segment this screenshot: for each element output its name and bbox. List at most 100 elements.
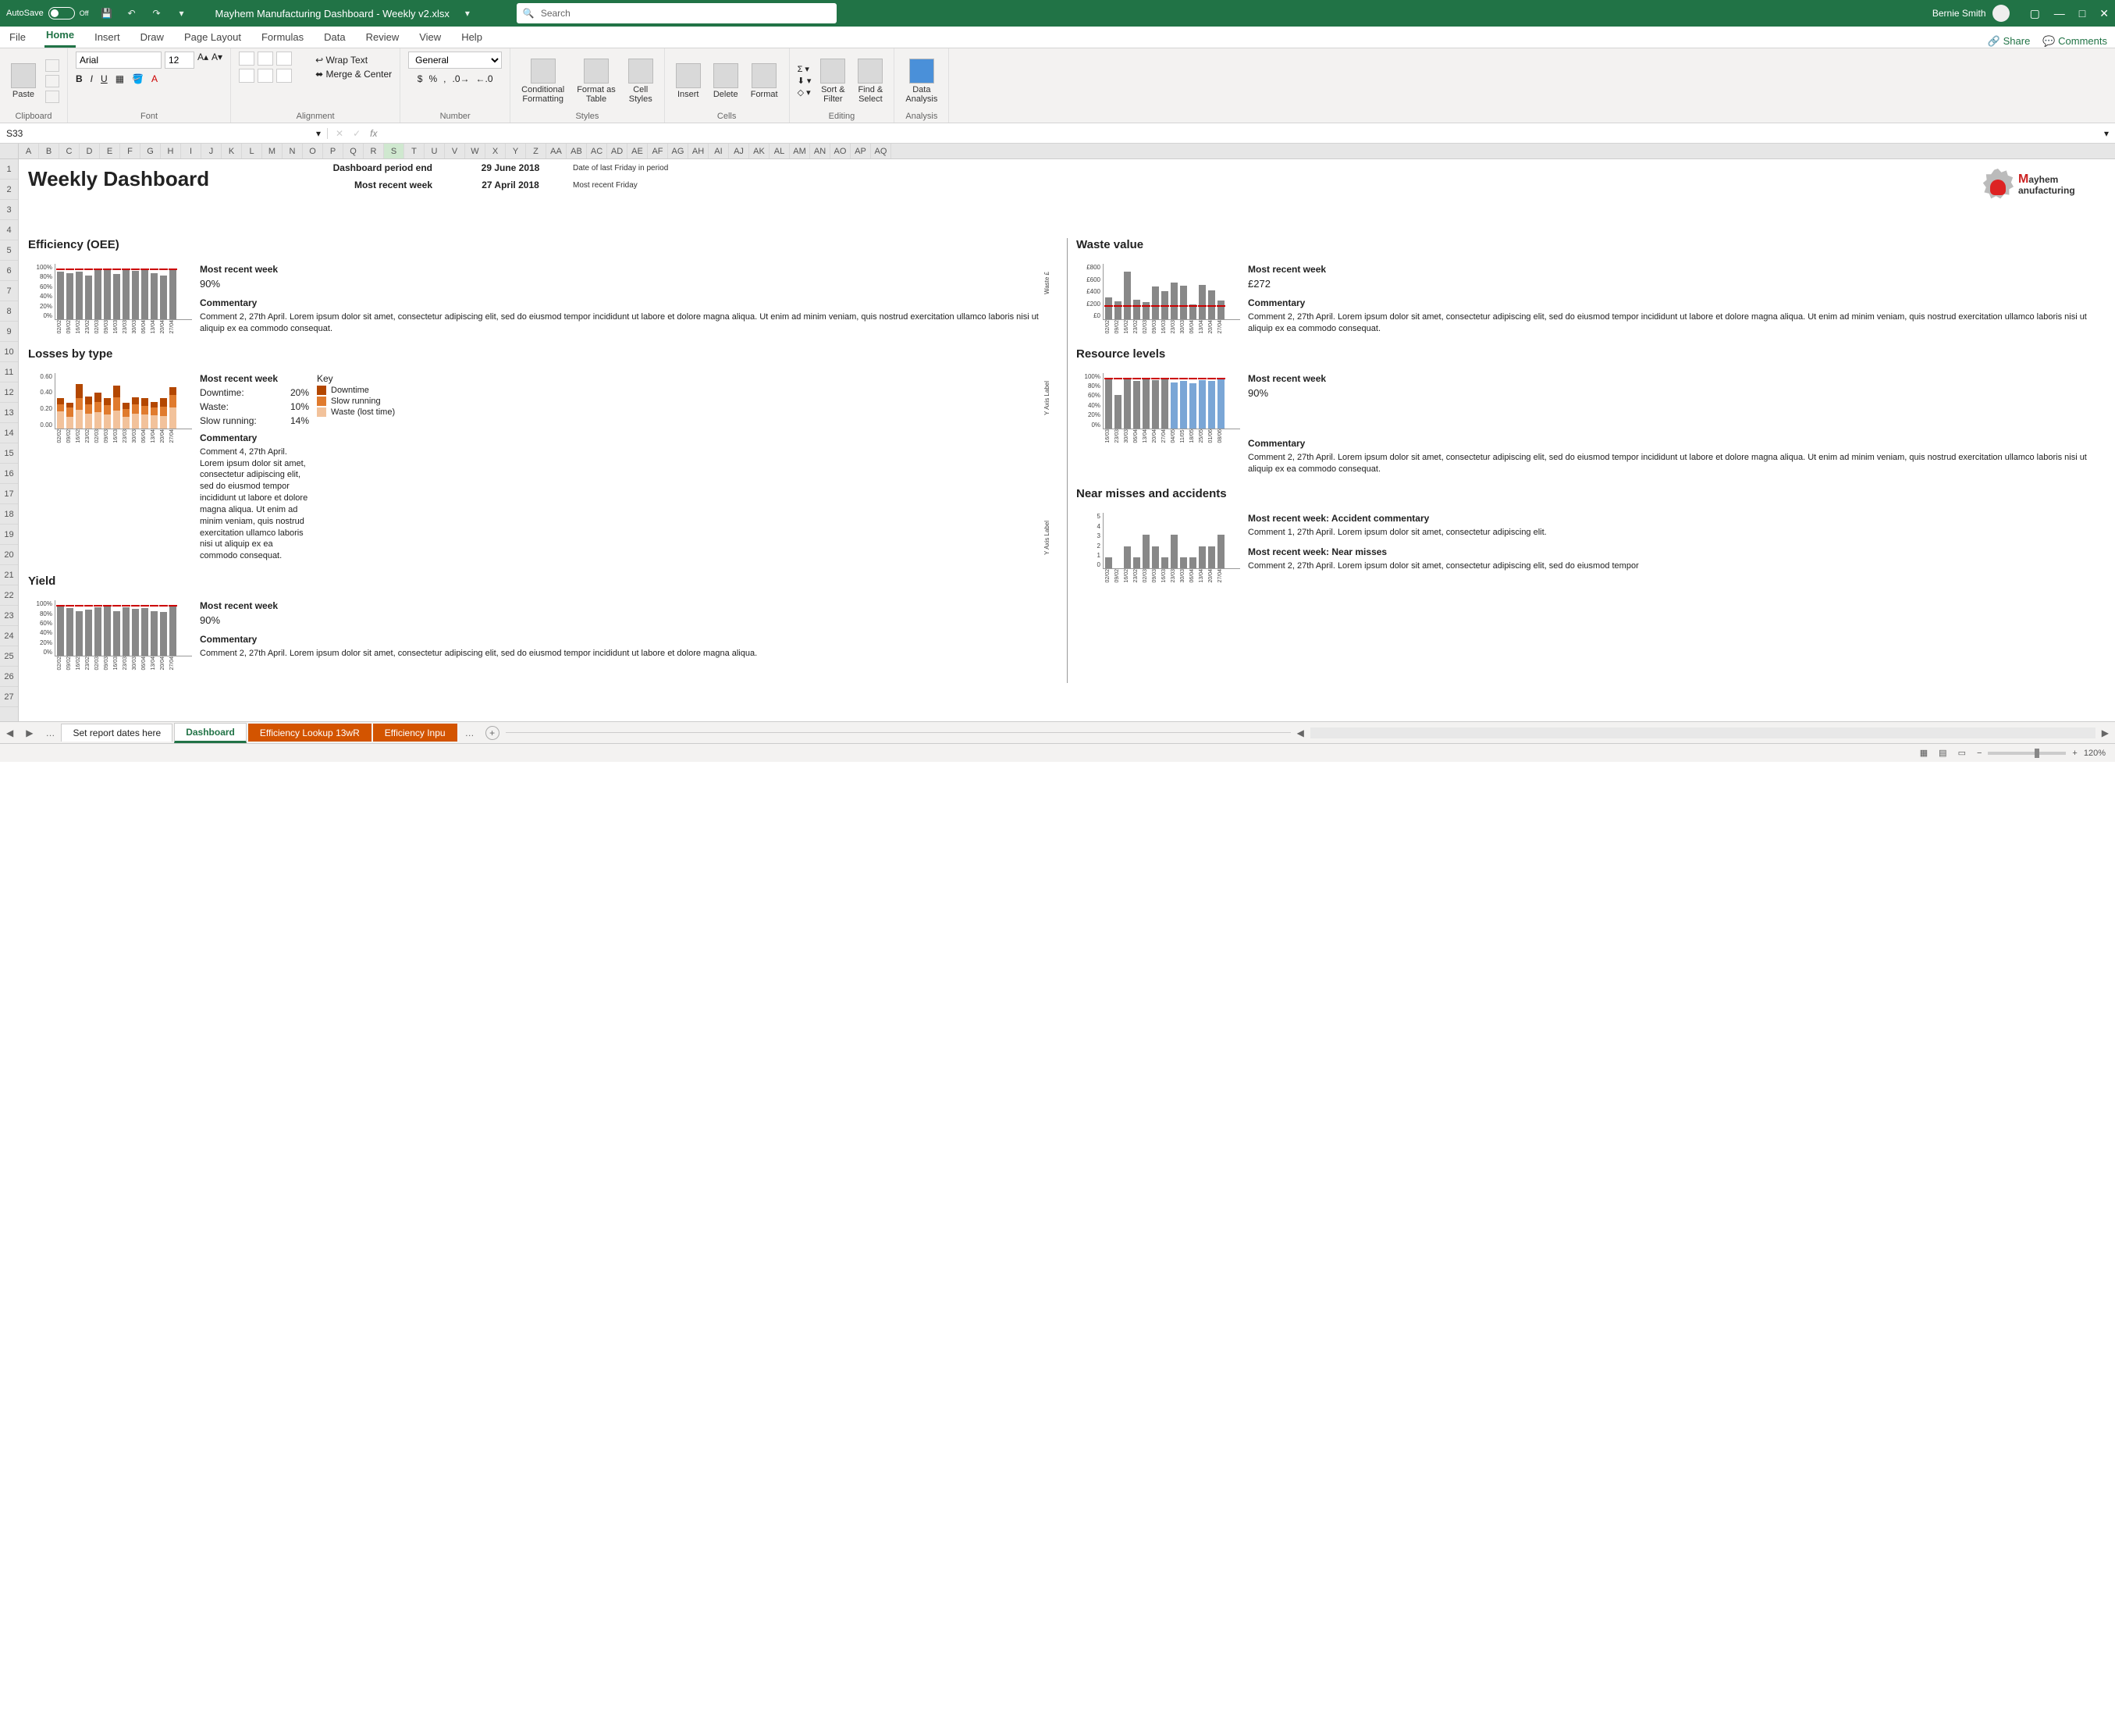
column-header[interactable]: AM — [790, 144, 810, 158]
row-header[interactable]: 17 — [0, 484, 18, 504]
row-header[interactable]: 22 — [0, 585, 18, 606]
account-button[interactable]: Bernie Smith — [1932, 5, 2010, 22]
cell-styles-button[interactable]: Cell Styles — [625, 57, 656, 105]
row-header[interactable]: 10 — [0, 342, 18, 362]
redo-icon[interactable]: ↷ — [150, 6, 164, 20]
row-header[interactable]: 25 — [0, 646, 18, 667]
tab-file[interactable]: File — [8, 28, 27, 48]
column-header[interactable]: AL — [770, 144, 790, 158]
copy-icon[interactable] — [45, 75, 59, 87]
align-bottom-icon[interactable] — [276, 52, 292, 66]
column-header[interactable]: AH — [688, 144, 709, 158]
name-box[interactable]: S33▾ — [0, 128, 328, 139]
increase-decimal-icon[interactable]: .0→ — [452, 73, 469, 84]
column-header[interactable]: AB — [567, 144, 587, 158]
column-header[interactable]: F — [120, 144, 140, 158]
autosave-toggle[interactable]: AutoSave Off — [6, 7, 89, 20]
row-header[interactable]: 9 — [0, 322, 18, 342]
column-header[interactable]: AP — [851, 144, 871, 158]
align-right-icon[interactable] — [276, 69, 292, 83]
column-header[interactable]: O — [303, 144, 323, 158]
column-header[interactable]: Z — [526, 144, 546, 158]
tab-insert[interactable]: Insert — [93, 28, 122, 48]
row-header[interactable]: 21 — [0, 565, 18, 585]
column-header[interactable]: AC — [587, 144, 607, 158]
bold-button[interactable]: B — [76, 73, 83, 84]
cut-icon[interactable] — [45, 59, 59, 72]
column-header[interactable]: E — [100, 144, 120, 158]
column-header[interactable]: N — [283, 144, 303, 158]
row-header[interactable]: 18 — [0, 504, 18, 525]
hscroll-right[interactable]: ▶ — [2095, 727, 2115, 738]
column-header[interactable]: A — [19, 144, 39, 158]
row-header[interactable]: 11 — [0, 362, 18, 382]
underline-button[interactable]: U — [101, 73, 108, 84]
row-header[interactable]: 8 — [0, 301, 18, 322]
column-header[interactable]: AD — [607, 144, 627, 158]
align-center-icon[interactable] — [258, 69, 273, 83]
column-header[interactable]: T — [404, 144, 425, 158]
zoom-slider[interactable] — [1988, 752, 2066, 755]
sort-filter-button[interactable]: Sort & Filter — [817, 57, 848, 105]
column-header[interactable]: C — [59, 144, 80, 158]
sheet-tab-active[interactable]: Dashboard — [174, 723, 247, 743]
insert-cells-button[interactable]: Insert — [673, 62, 704, 101]
row-header[interactable]: 3 — [0, 200, 18, 220]
tab-view[interactable]: View — [418, 28, 443, 48]
zoom-in-button[interactable]: + — [2072, 749, 2077, 758]
column-header[interactable]: I — [181, 144, 201, 158]
undo-icon[interactable]: ↶ — [125, 6, 139, 20]
tab-page-layout[interactable]: Page Layout — [183, 28, 243, 48]
paste-button[interactable]: Paste — [8, 62, 39, 101]
percent-icon[interactable]: % — [428, 73, 437, 84]
row-header[interactable]: 16 — [0, 464, 18, 484]
autosum-icon[interactable]: Σ ▾ — [798, 64, 812, 74]
zoom-level[interactable]: 120% — [2084, 749, 2106, 758]
row-header[interactable]: 19 — [0, 525, 18, 545]
format-painter-icon[interactable] — [45, 91, 59, 103]
new-sheet-button[interactable]: + — [485, 726, 499, 740]
increase-font-icon[interactable]: A▴ — [197, 52, 208, 69]
view-normal-icon[interactable]: ▦ — [1920, 748, 1928, 758]
border-button[interactable]: ▦ — [116, 73, 124, 84]
row-header[interactable]: 1 — [0, 159, 18, 180]
hscrollbar[interactable] — [1310, 727, 2095, 738]
clear-icon[interactable]: ◇ ▾ — [798, 87, 812, 98]
merge-center-button[interactable]: ⬌ Merge & Center — [315, 69, 392, 80]
column-header[interactable]: H — [161, 144, 181, 158]
number-format-select[interactable]: General — [408, 52, 502, 69]
row-header[interactable]: 7 — [0, 281, 18, 301]
tab-nav-next[interactable]: ▶ — [20, 727, 39, 738]
format-as-table-button[interactable]: Format as Table — [574, 57, 619, 105]
cancel-formula-icon[interactable]: ✕ — [336, 128, 343, 139]
wrap-text-button[interactable]: ↩ Wrap Text — [315, 55, 392, 66]
row-header[interactable]: 6 — [0, 261, 18, 281]
tab-overflow[interactable]: … — [459, 727, 481, 738]
column-header[interactable]: AJ — [729, 144, 749, 158]
sheet-tab[interactable]: Efficiency Lookup 13wR — [248, 724, 371, 742]
format-cells-button[interactable]: Format — [748, 62, 781, 101]
column-header[interactable]: X — [485, 144, 506, 158]
fill-icon[interactable]: ⬇ ▾ — [798, 76, 812, 86]
row-header[interactable]: 24 — [0, 626, 18, 646]
row-header[interactable]: 26 — [0, 667, 18, 687]
tab-nav-prev[interactable]: ◀ — [0, 727, 20, 738]
minimize-icon[interactable]: — — [2054, 7, 2065, 20]
align-middle-icon[interactable] — [258, 52, 273, 66]
row-header[interactable]: 20 — [0, 545, 18, 565]
column-header[interactable]: Q — [343, 144, 364, 158]
fill-color-button[interactable]: 🪣 — [132, 73, 144, 84]
share-button[interactable]: 🔗 Share — [1988, 35, 2031, 48]
column-header[interactable]: Y — [506, 144, 526, 158]
formula-expand-icon[interactable]: ▾ — [2098, 128, 2115, 139]
italic-button[interactable]: I — [91, 73, 93, 84]
tab-help[interactable]: Help — [460, 28, 484, 48]
row-header[interactable]: 23 — [0, 606, 18, 626]
find-select-button[interactable]: Find & Select — [855, 57, 886, 105]
column-header[interactable]: AI — [709, 144, 729, 158]
row-header[interactable]: 27 — [0, 687, 18, 707]
column-header[interactable]: W — [465, 144, 485, 158]
column-header[interactable]: B — [39, 144, 59, 158]
currency-icon[interactable]: $ — [418, 73, 423, 84]
tab-draw[interactable]: Draw — [139, 28, 165, 48]
